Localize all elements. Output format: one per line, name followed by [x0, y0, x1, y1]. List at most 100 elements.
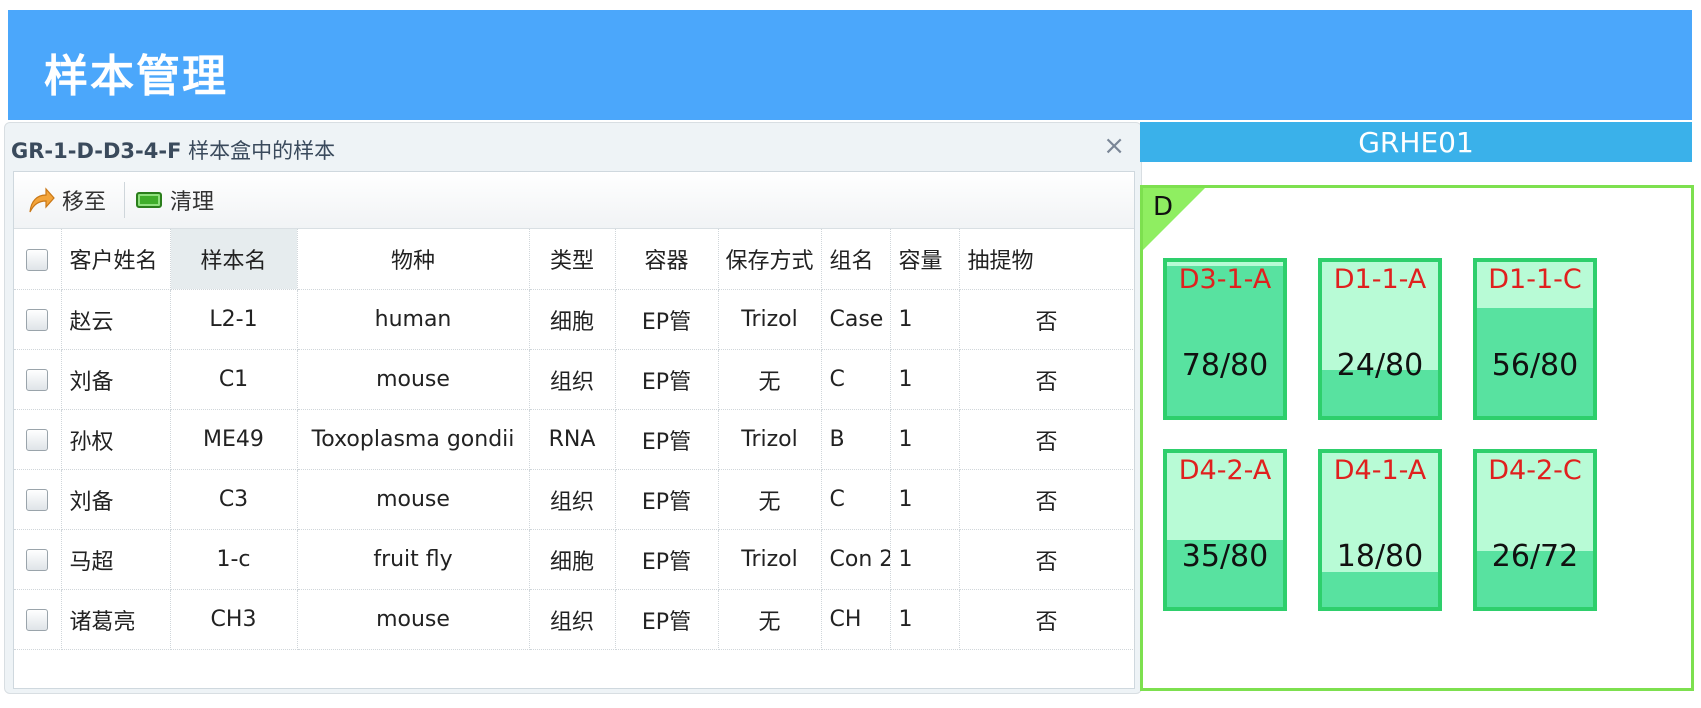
table-cell: 否 [959, 289, 1135, 350]
box-count: 56/80 [1491, 348, 1579, 383]
row-checkbox[interactable] [26, 489, 49, 511]
table-header-row: 客户姓名 样本名 物种 类型 容器 保存方式 组名 容量 抽提物 [14, 229, 1135, 290]
column-header[interactable]: 物种 [297, 229, 530, 290]
row-checkbox[interactable] [26, 549, 49, 571]
table-row[interactable]: 赵云 L2-1 human 细胞 EP管 Trizol Case 1 否 [14, 289, 1135, 350]
row-checkbox[interactable] [26, 309, 49, 331]
row-select-cell [14, 289, 62, 350]
table-row[interactable]: 诸葛亮 CH3 mouse 组织 EP管无 CH 1 否 [14, 589, 1135, 650]
row-checkbox[interactable] [26, 369, 49, 391]
row-select-cell [14, 529, 62, 590]
table-cell: EP管 [615, 589, 719, 650]
table-cell: 诸葛亮 [61, 589, 171, 650]
column-header[interactable]: 客户姓名 [61, 229, 171, 290]
box-count: 78/80 [1181, 348, 1269, 383]
table-cell: fruit fly [297, 529, 530, 590]
table-row[interactable]: 刘备 C1 mouse 组织 EP管无 C 1 否 [14, 349, 1135, 410]
table-cell: 否 [959, 529, 1135, 590]
table-cell: EP管 [615, 289, 719, 350]
table-cell: 刘备 [61, 469, 171, 530]
sample-box[interactable]: D4-2-C 26/72 [1473, 449, 1597, 611]
row-checkbox[interactable] [26, 609, 49, 631]
table-cell: EP管 [615, 529, 719, 590]
page-title: 样本管理 [44, 51, 228, 102]
sample-box[interactable]: D1-1-C 56/80 [1473, 258, 1597, 420]
table-cell: ME49 [170, 409, 298, 470]
table-cell: C [821, 469, 891, 530]
samples-table: 客户姓名 样本名 物种 类型 容器 保存方式 组名 容量 抽提物 赵云 L2-1 h… [14, 229, 1135, 650]
dialog-title: GR-1-D-D3-4-F 样本盒中的样本 [11, 135, 335, 165]
move-to-button[interactable]: 移至 [26, 186, 107, 215]
table-row[interactable]: 孙权 ME49 Toxoplasma gondii RNA EP管 Trizol B 1 否 [14, 409, 1135, 470]
table-cell: 刘备 [61, 349, 171, 410]
table-cell: 1 [890, 529, 960, 590]
close-icon[interactable]: × [1103, 131, 1125, 161]
row-select-cell [14, 349, 62, 410]
table-cell: Trizol [718, 289, 822, 350]
column-header[interactable]: 样本名 [170, 229, 298, 290]
row-checkbox[interactable] [26, 429, 49, 451]
sample-box[interactable]: D4-1-A 18/80 [1318, 449, 1442, 611]
table-row[interactable]: 刘备 C3 mouse 组织 EP管无 C 1 否 [14, 469, 1135, 530]
table-cell: 细胞 [529, 529, 616, 590]
column-header[interactable]: 组名 [821, 229, 891, 290]
table-cell: C1 [170, 349, 298, 410]
clean-button[interactable]: 清理 [136, 186, 215, 215]
table-cell: EP管 [615, 409, 719, 470]
table-cell: 否 [959, 589, 1135, 650]
table-row[interactable]: 马超 1-c fruit fly 细胞 EP管 Trizol Con 21否 [14, 529, 1135, 590]
table-cell: 组织 [529, 349, 616, 410]
table-cell: 组织 [529, 589, 616, 650]
column-header[interactable]: 容量 [890, 229, 960, 290]
table-cell: 否 [959, 469, 1135, 530]
column-header[interactable]: 保存方式 [718, 229, 822, 290]
table-cell: RNA [529, 409, 616, 470]
table-cell: Trizol [718, 529, 822, 590]
column-header[interactable]: 抽提物 [959, 229, 1135, 290]
sample-box[interactable]: D3-1-A 78/80 [1163, 258, 1287, 420]
storage-panel: GRHE01 D D3-1-A 78/80 D1-1-A 24/80 D1-1-C 56/… [1140, 122, 1694, 692]
box-count: 35/80 [1181, 539, 1269, 574]
table-cell: C3 [170, 469, 298, 530]
sample-box[interactable]: D4-2-A 35/80 [1163, 449, 1287, 611]
table-cell: CH3 [170, 589, 298, 650]
select-all-cell [14, 229, 62, 290]
table-cell: 组织 [529, 469, 616, 530]
storage-section: D D3-1-A 78/80 D1-1-A 24/80 D1-1-C 56/80 D4-2-… [1140, 185, 1694, 691]
row-select-cell [14, 409, 62, 470]
table-cell: 1-c [170, 529, 298, 590]
select-all-checkbox[interactable] [26, 248, 49, 271]
clean-label: 清理 [170, 190, 215, 215]
table-cell: Trizol [718, 409, 822, 470]
box-count: 26/72 [1491, 539, 1579, 574]
app-header: 样本管理 [8, 10, 1692, 120]
dialog-box-id: GR-1-D-D3-4-F [11, 139, 182, 163]
table-cell: 马超 [61, 529, 171, 590]
toolbar: 移至 清理 [14, 172, 1134, 229]
sample-box[interactable]: D1-1-A 24/80 [1318, 258, 1442, 420]
table-cell: 否 [959, 349, 1135, 410]
table-cell: 无 [718, 589, 822, 650]
sample-box-dialog: GR-1-D-D3-4-F 样本盒中的样本 × 移至 清理 客户姓名 样本名 物… [4, 122, 1142, 694]
row-select-cell [14, 469, 62, 530]
table-cell: 无 [718, 469, 822, 530]
table-cell: mouse [297, 469, 530, 530]
box-name: D3-1-A [1178, 264, 1272, 295]
battery-icon [136, 192, 162, 208]
table-cell: L2-1 [170, 289, 298, 350]
toolbar-divider [124, 182, 125, 218]
row-select-cell [14, 589, 62, 650]
dialog-title-suffix: 样本盒中的样本 [181, 139, 336, 163]
table-cell: Case [821, 289, 891, 350]
dialog-content: 移至 清理 客户姓名 样本名 物种 类型 容器 保存方式 组名 容量 抽提物 赵… [13, 171, 1135, 689]
move-to-label: 移至 [62, 190, 107, 215]
table-cell: 细胞 [529, 289, 616, 350]
table-cell: 1 [890, 289, 960, 350]
table-cell: Con 2 [821, 529, 891, 590]
table-cell: 1 [890, 349, 960, 410]
table-cell: mouse [297, 589, 530, 650]
column-header[interactable]: 容器 [615, 229, 719, 290]
box-name: D4-2-A [1178, 455, 1272, 486]
storage-title: GRHE01 [1140, 122, 1692, 162]
column-header[interactable]: 类型 [529, 229, 616, 290]
